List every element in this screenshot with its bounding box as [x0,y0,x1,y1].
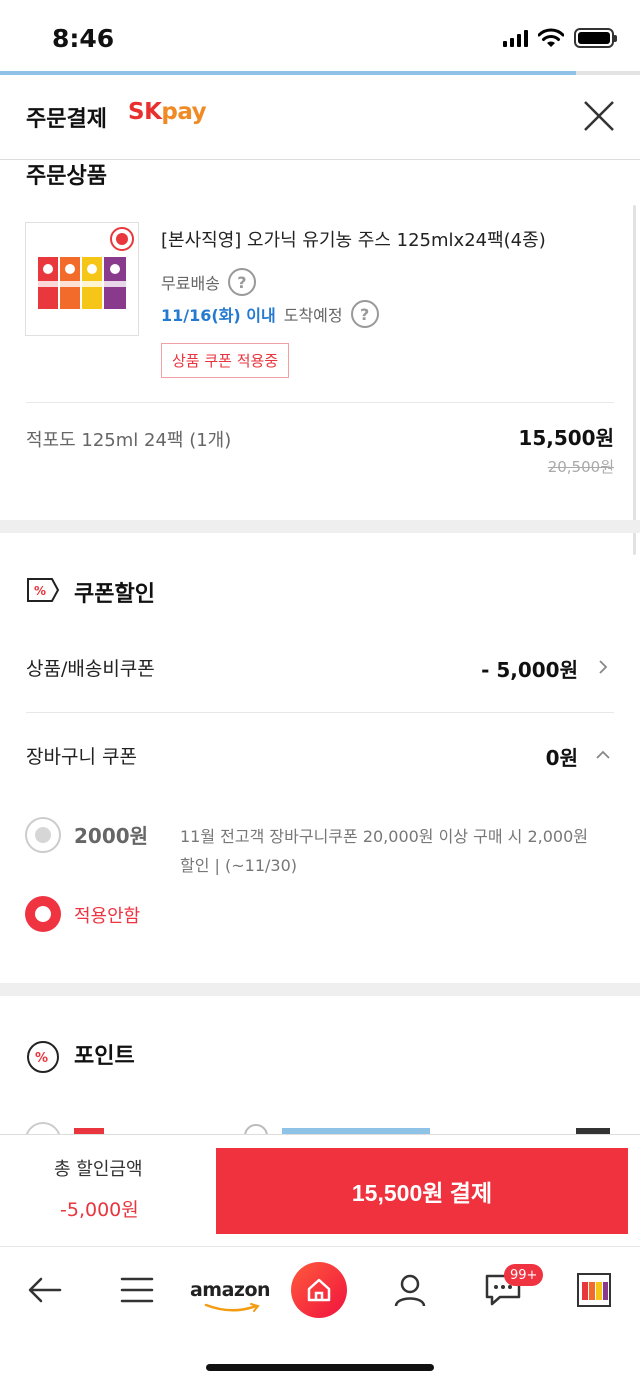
divider [26,712,614,713]
notification-badge: 99+ [504,1264,544,1286]
coupon-amount[interactable]: 2000원 [74,820,148,849]
point-icon: % [27,1041,59,1073]
home-circle [291,1262,347,1318]
chevron-right-icon[interactable] [596,660,610,674]
free-shipping-row: 무료배송 ? [161,268,256,296]
total-discount-value: -5,000원 [60,1199,139,1221]
no-coupon-label[interactable]: 적용안함 [74,902,140,928]
product-option: 적포도 125ml 24팩 (1개) [26,430,232,451]
close-icon[interactable] [582,99,616,133]
section-divider [0,983,640,996]
chevron-up-icon[interactable] [596,748,610,762]
coupon-description: 11월 전고객 장바구니쿠폰 20,000원 이상 구매 시 2,000원 할인… [180,827,588,875]
product-coupon-value[interactable]: - 5,000원 [481,654,578,683]
point-section-title: 포인트 [74,1044,135,1069]
header: 주문결제 SKpay [0,75,640,160]
my-page-button[interactable] [382,1262,438,1318]
product-name[interactable]: [본사직영] 오가닉 유기농 주스 125mlx24팩(4종) [161,226,546,252]
back-button[interactable] [17,1262,73,1318]
svg-text:%: % [34,584,46,598]
coupon-section-title: 쿠폰할인 [74,582,155,607]
battery-icon [574,28,617,48]
coupon-icon: % [27,578,60,602]
product-thumbnail[interactable] [25,222,139,336]
person-icon [394,1274,426,1307]
divider [26,402,614,403]
product-price: 15,500원 [518,426,614,450]
arrival-row: 11/16(화) 이내 도착예정 ? [161,300,379,328]
wifi-icon [538,28,564,47]
product-section-title: 주문상품 [26,164,107,189]
recent-items-button[interactable] [566,1262,622,1318]
amazon-logo: amazon [190,1279,271,1312]
home-indicator [206,1364,434,1371]
amazon-button[interactable]: amazon [186,1262,274,1318]
coupon-radio-2000[interactable] [25,817,61,853]
page-title: 주문결제 [26,107,107,132]
hamburger-icon [120,1277,154,1303]
signal-icon [503,29,528,47]
original-price: 20,500원 [547,458,614,476]
section-divider [0,520,640,533]
coupon-applied-badge: 상품 쿠폰 적용중 [161,343,290,378]
scrollbar[interactable] [633,205,636,555]
svg-text:%: % [35,1051,48,1066]
skpay-logo: SKpay [128,99,207,125]
status-bar: 8:46 [0,0,640,72]
cart-coupon-value[interactable]: 0원 [546,742,578,771]
arrow-left-icon [28,1277,62,1303]
coupon-radio-none[interactable] [25,896,61,932]
amazon-smile-icon [204,1303,260,1312]
free-shipping-label: 무료배송 [161,274,220,293]
arrival-label: 도착예정 [283,306,343,325]
cart-coupon-label[interactable]: 장바구니 쿠폰 [26,742,137,769]
menu-button[interactable] [109,1262,165,1318]
total-discount-label: 총 할인금액 [54,1159,143,1180]
help-icon[interactable]: ? [227,268,256,296]
status-icons [503,28,617,48]
pay-button[interactable]: 15,500원 결제 [216,1148,628,1234]
arrival-date: 11/16(화) 이내 [161,306,276,325]
help-icon[interactable]: ? [350,300,379,328]
recent-product-icon [577,1273,611,1307]
home-icon [307,1278,331,1302]
checkout-page: 8:46 주문결제 SKpay 주문상품 [본사직영] 오가닉 유기농 주스 1… [0,0,640,1386]
home-button[interactable] [291,1262,347,1318]
juice-pack-image [38,227,134,309]
product-coupon-label[interactable]: 상품/배송비쿠폰 [26,654,155,681]
status-time: 8:46 [52,24,115,53]
